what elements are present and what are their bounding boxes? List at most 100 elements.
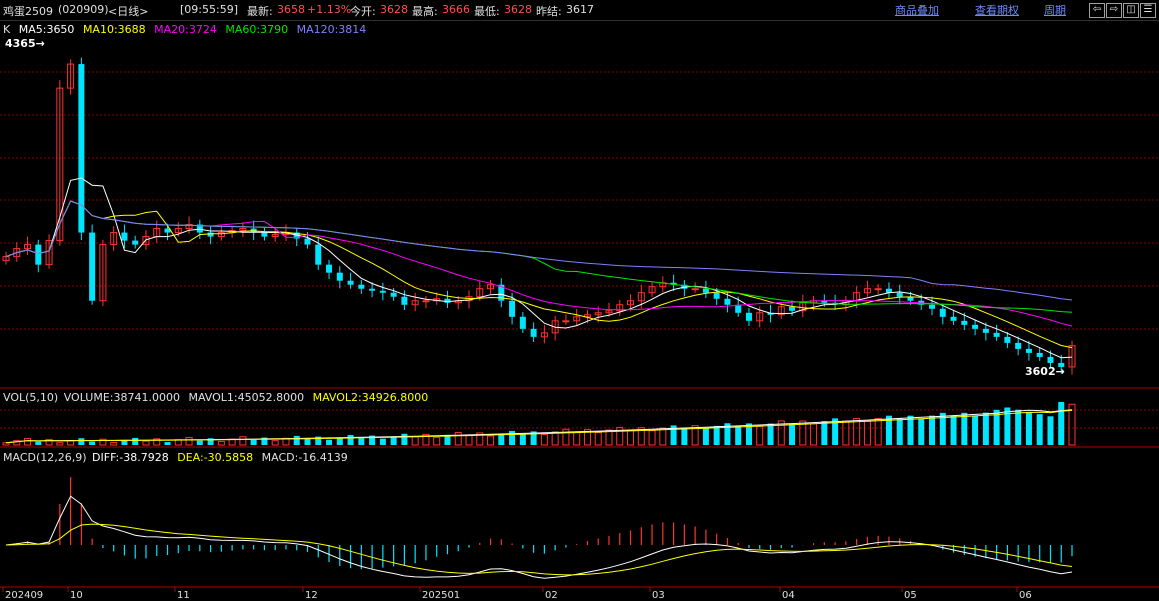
candle-body	[422, 300, 430, 303]
volume-bar	[56, 442, 64, 446]
volume-bar	[358, 438, 365, 445]
volume-bar	[35, 441, 42, 445]
candle-body	[132, 240, 139, 245]
x-tick-label: 202501	[422, 590, 460, 601]
volume-bar	[810, 423, 818, 446]
candle-body	[939, 308, 946, 317]
candle-body	[724, 298, 731, 305]
x-tick-label: 12	[305, 590, 318, 601]
candle-body	[993, 332, 1000, 337]
volume-bar	[250, 439, 257, 445]
volume-bar	[185, 436, 193, 446]
volume-bar	[217, 440, 225, 446]
candle-body	[702, 288, 709, 293]
volume-bar	[465, 434, 473, 446]
dea-line	[5, 523, 1073, 576]
volume-bar	[347, 434, 354, 445]
candle-body	[509, 300, 516, 317]
candle-body	[519, 316, 526, 329]
x-tick-label: 03	[652, 590, 665, 601]
volume-bar	[271, 440, 279, 446]
candle-body	[1025, 348, 1032, 353]
ma10-line	[5, 200, 1073, 349]
candle-body	[929, 304, 936, 309]
volume-bar	[842, 420, 850, 446]
candle-body	[691, 288, 699, 291]
candle-body	[121, 232, 128, 241]
candle-body	[1015, 342, 1022, 349]
volume-bar	[293, 435, 300, 445]
candle-body	[326, 264, 333, 273]
candle-body	[950, 316, 957, 321]
candle-body	[972, 324, 979, 329]
candle-body	[35, 244, 42, 265]
volume-bar	[929, 415, 936, 445]
volume-bar	[982, 412, 989, 445]
volume-bar	[142, 440, 150, 446]
volume-bar	[110, 441, 118, 446]
volume-bar	[1036, 414, 1043, 445]
volume-bar	[918, 418, 925, 445]
volume-bar	[972, 415, 979, 445]
candle-body	[304, 238, 311, 245]
candle-body	[713, 292, 720, 299]
x-tick-label: 02	[545, 590, 558, 601]
macd-layer	[5, 477, 1073, 579]
volume-bar	[573, 431, 581, 446]
volume-bar	[540, 433, 548, 446]
volume-bar	[132, 437, 139, 445]
candle-body	[982, 328, 989, 333]
volume-bar	[735, 426, 742, 445]
ma5-line	[5, 177, 1073, 359]
volume-bar	[487, 435, 495, 446]
candle-body	[562, 320, 570, 323]
x-tick-label: 10	[70, 590, 83, 601]
volume-layer	[2, 402, 1076, 446]
candle-body	[315, 244, 322, 265]
volume-bar	[379, 438, 386, 445]
ma120-line	[5, 200, 1073, 301]
x-tick-label: 06	[1019, 590, 1032, 601]
volume-bar	[702, 428, 709, 445]
volume-bar	[961, 412, 968, 445]
volume-bar	[1058, 402, 1065, 445]
volume-bar	[756, 425, 764, 446]
volume-bar	[1025, 411, 1032, 445]
volume-bar	[648, 430, 656, 446]
candle-body	[379, 290, 386, 293]
volume-bar	[767, 423, 774, 445]
candle-body	[1036, 352, 1043, 357]
volume-bar	[659, 427, 667, 446]
candle-body	[961, 320, 968, 325]
volume-bar	[605, 429, 613, 446]
volume-bar	[411, 436, 419, 446]
volume-bar	[509, 430, 516, 445]
volume-bar	[681, 428, 688, 445]
x-tick-label: 11	[177, 590, 190, 601]
ma-lines-layer	[5, 177, 1073, 359]
volume-bar	[594, 432, 602, 446]
volume-bar	[853, 417, 861, 446]
diff-line	[5, 495, 1073, 579]
candles-layer	[2, 57, 1076, 375]
volume-bar	[789, 423, 796, 445]
volume-bar	[326, 439, 333, 445]
volume-bar	[196, 440, 203, 445]
x-tick-label: 04	[782, 590, 795, 601]
candle-body	[261, 232, 268, 237]
volume-bar	[907, 415, 914, 445]
candle-body	[401, 296, 408, 305]
volume-bar	[454, 431, 462, 446]
x-axis-labels: 202409 10 11 12 202501 02 03 04 05 06	[2, 587, 1032, 601]
candle-body	[336, 272, 343, 281]
volume-bar	[874, 417, 882, 446]
volume-bar	[401, 433, 408, 445]
candle-body	[735, 304, 742, 313]
volume-bar	[2, 442, 10, 446]
candle-body	[1004, 336, 1011, 343]
candle-body	[789, 306, 796, 311]
volume-bar	[433, 436, 441, 446]
candle-body	[530, 328, 537, 337]
candle-body	[207, 232, 214, 237]
kline-chart[interactable]: 202409 10 11 12 202501 02 03 04 05 06 4365→ 3602→	[0, 0, 1159, 601]
